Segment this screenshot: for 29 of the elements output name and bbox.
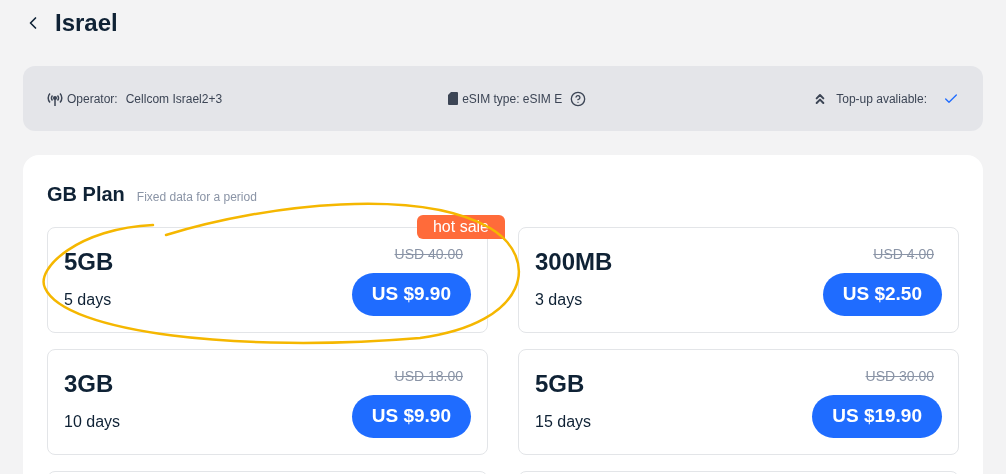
price-button[interactable]: US $9.90 <box>351 273 471 316</box>
plan-data: 3GB <box>64 370 115 398</box>
operator-value: Cellcom Israel2+3 <box>125 90 223 108</box>
price-button[interactable]: US $19.90 <box>812 395 942 438</box>
antenna-icon <box>47 90 63 107</box>
page-title: Israel <box>55 8 118 38</box>
plan-duration: 5 days <box>64 290 113 310</box>
plan-duration: 10 days <box>64 412 121 432</box>
plan-card[interactable]: 300MB 3 days USD 4.00 US $2.50 <box>518 227 959 333</box>
plan-duration: 15 days <box>535 412 592 432</box>
original-price: USD 30.00 <box>865 367 934 386</box>
plan-duration: 3 days <box>535 290 584 310</box>
plan-data: 300MB <box>535 248 613 276</box>
esim-type: eSIM type: eSIM E <box>462 90 563 108</box>
original-price: USD 18.00 <box>394 367 463 386</box>
original-price: USD 4.00 <box>873 245 934 264</box>
plan-data: 5GB <box>535 370 586 398</box>
section-title: GB Plan <box>47 182 125 207</box>
topup-label: Top-up avaliable: <box>836 90 927 108</box>
price-button[interactable]: US $2.50 <box>822 273 942 316</box>
plan-card[interactable]: 5GB 15 days USD 30.00 US $19.90 <box>518 349 959 455</box>
plan-data: 5GB <box>64 248 114 276</box>
help-icon[interactable] <box>570 90 587 107</box>
operator-label: Operator: <box>67 90 118 108</box>
price-button[interactable]: US $9.90 <box>351 395 471 438</box>
original-price: USD 40.00 <box>394 245 463 264</box>
section-subtitle: Fixed data for a period <box>136 189 257 206</box>
plan-card[interactable]: 3GB 10 days USD 18.00 US $9.90 <box>47 349 488 455</box>
sim-card-icon <box>448 92 459 105</box>
